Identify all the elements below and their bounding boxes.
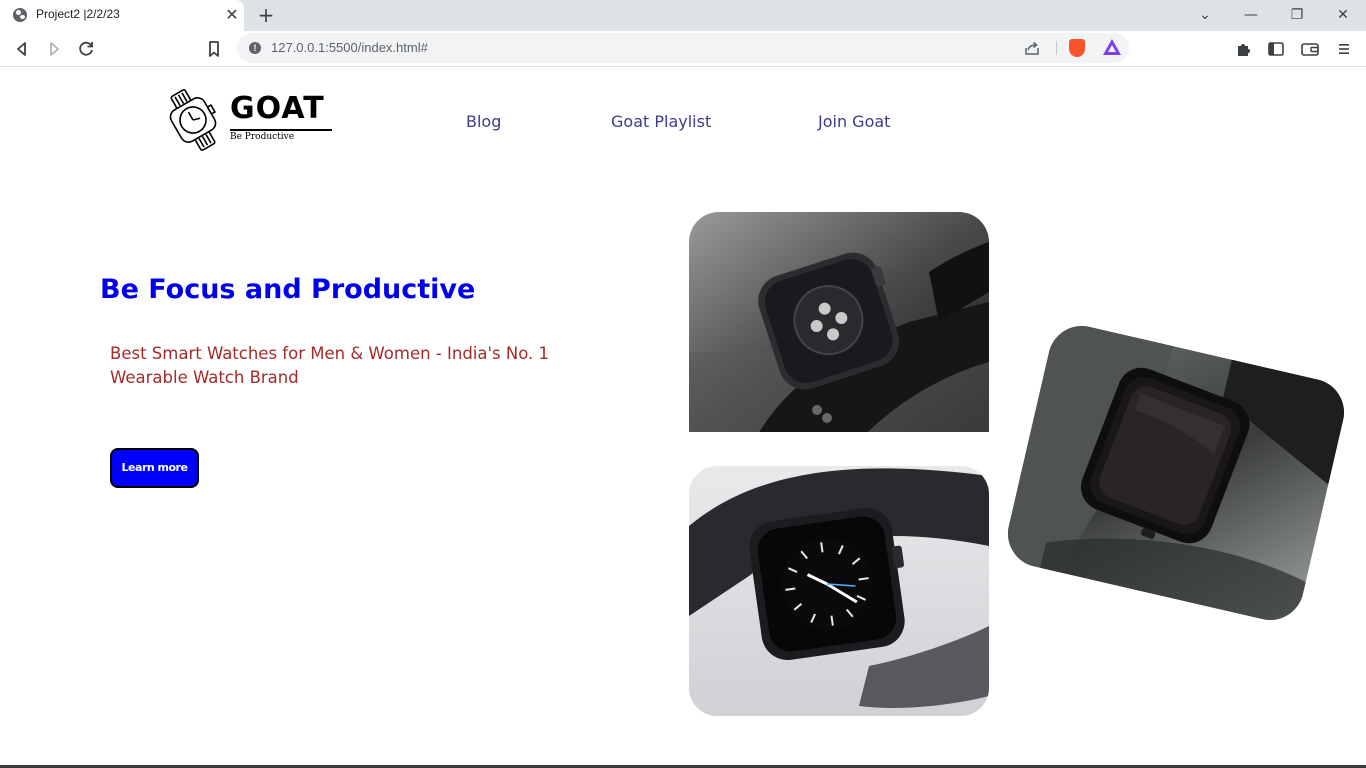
watch-photo-top	[689, 212, 989, 432]
menu-icon[interactable]	[1332, 37, 1356, 61]
goat-logo[interactable]: GOAT Be Productive	[160, 89, 340, 151]
watch-logo-icon	[169, 89, 217, 151]
brave-shields-icon[interactable]	[1069, 39, 1085, 57]
wallet-icon[interactable]	[1298, 37, 1322, 61]
logo-wordmark: GOAT	[230, 91, 325, 126]
tab-search-icon[interactable]: ⌄	[1193, 3, 1217, 27]
close-tab-icon[interactable]: ✕	[224, 6, 240, 24]
browser-toolbar: ! 127.0.0.1:5500/index.html#	[0, 31, 1366, 67]
share-icon[interactable]	[1023, 39, 1041, 57]
divider	[1056, 41, 1057, 55]
learn-more-button[interactable]: Learn more	[110, 448, 199, 488]
reload-icon[interactable]	[74, 37, 98, 61]
site-info-icon[interactable]: !	[249, 42, 261, 54]
url-text[interactable]: 127.0.0.1:5500/index.html#	[271, 40, 428, 55]
back-icon[interactable]	[10, 37, 34, 61]
logo-underline	[230, 129, 332, 131]
extensions-icon[interactable]	[1232, 37, 1256, 61]
forward-icon[interactable]	[42, 37, 66, 61]
new-tab-button[interactable]: +	[256, 4, 276, 26]
nav-link-join-goat[interactable]: Join Goat	[818, 112, 890, 131]
nav-link-blog[interactable]: Blog	[466, 112, 501, 131]
logo-tagline: Be Productive	[230, 132, 295, 142]
watch-photo-tilted	[1001, 319, 1351, 627]
minimize-icon[interactable]: —	[1239, 3, 1263, 27]
hero-subtitle: Best Smart Watches for Men & Women - Ind…	[110, 344, 550, 387]
sidebar-icon[interactable]	[1264, 37, 1288, 61]
web-page: GOAT Be Productive Blog Goat Playlist Jo…	[0, 67, 1366, 768]
hero-title: Be Focus and Productive	[100, 274, 476, 305]
restore-icon[interactable]: ❐	[1285, 3, 1309, 27]
bookmark-icon[interactable]	[202, 37, 226, 61]
browser-tab[interactable]: Project2 |2/2/23 ✕	[0, 0, 244, 31]
globe-icon	[13, 8, 27, 22]
watch-photo-bottom	[689, 466, 989, 716]
nav-link-goat-playlist[interactable]: Goat Playlist	[611, 112, 711, 131]
brave-rewards-icon[interactable]	[1103, 39, 1121, 55]
address-bar[interactable]: ! 127.0.0.1:5500/index.html#	[237, 33, 1129, 63]
browser-tab-bar: Project2 |2/2/23 ✕ + ⌄ — ❐ ✕	[0, 0, 1366, 31]
tab-title: Project2 |2/2/23	[36, 7, 120, 21]
close-window-icon[interactable]: ✕	[1331, 3, 1355, 27]
